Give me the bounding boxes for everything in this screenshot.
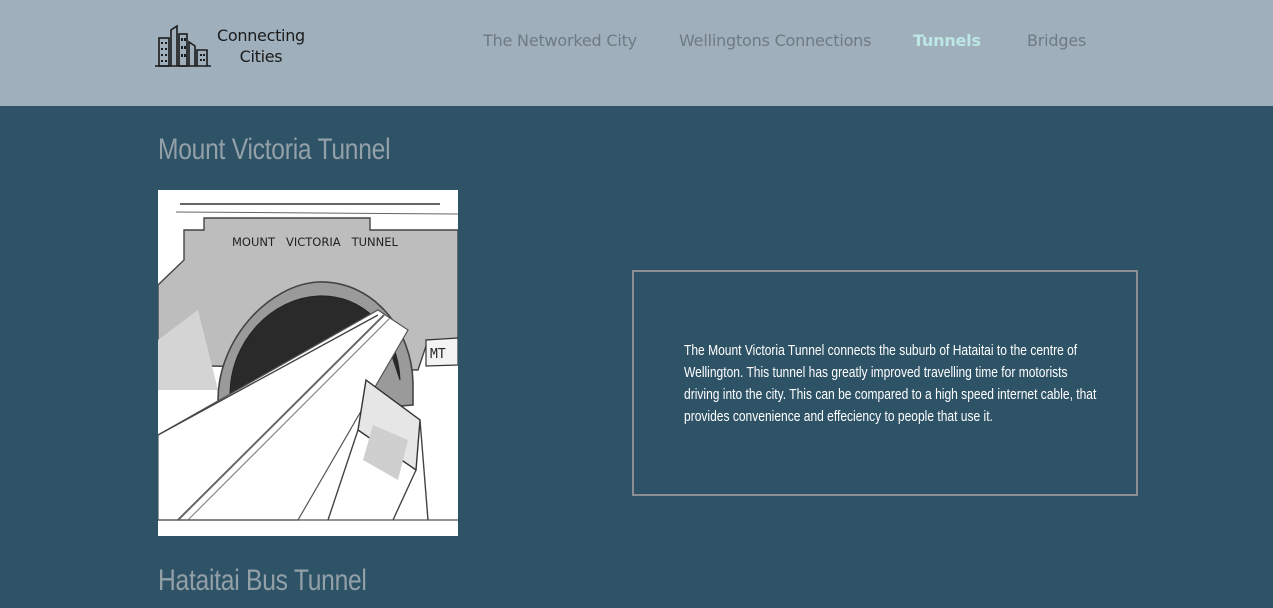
section-title-hataitai-bus-tunnel: Hataitai Bus Tunnel bbox=[158, 564, 367, 597]
tunnel-description-text: The Mount Victoria Tunnel connects the s… bbox=[684, 343, 1097, 425]
illustration-sign-text: MOUNT VICTORIA TUNNEL bbox=[232, 235, 398, 249]
illustration-side-sign-text: MT bbox=[430, 347, 446, 362]
nav-link-networked-city[interactable]: The Networked City bbox=[483, 30, 637, 52]
nav-link-tunnels[interactable]: Tunnels bbox=[913, 30, 981, 52]
section-title-mount-victoria: Mount Victoria Tunnel bbox=[158, 133, 391, 166]
main-nav: The Networked City Wellingtons Connectio… bbox=[0, 30, 1273, 52]
mount-victoria-tunnel-illustration: MT MOUNT VICTORIA TUNNEL bbox=[158, 190, 458, 536]
site-header: Connecting Cities The Networked City Wel… bbox=[0, 0, 1273, 106]
nav-link-bridges[interactable]: Bridges bbox=[1027, 30, 1086, 52]
nav-link-wellingtons-connections[interactable]: Wellingtons Connections bbox=[679, 30, 871, 52]
